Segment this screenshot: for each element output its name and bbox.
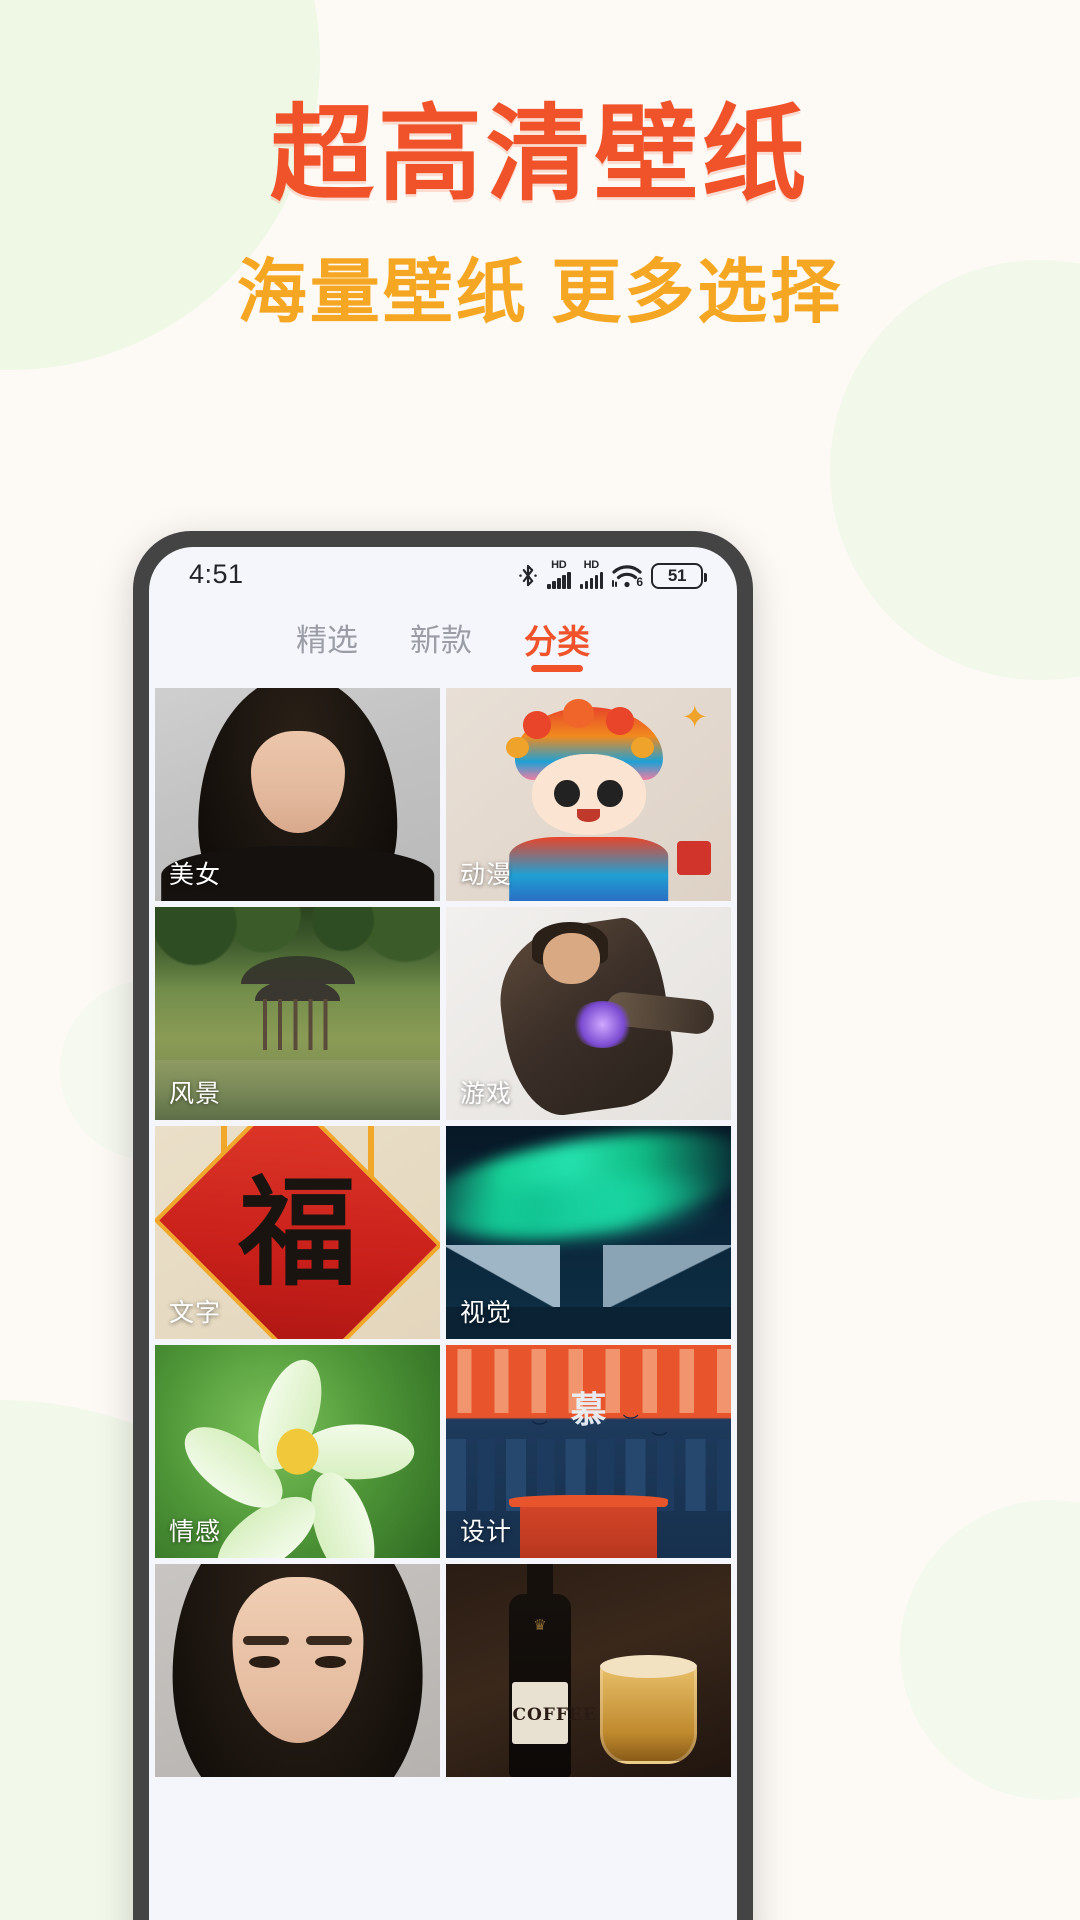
category-tile-visual[interactable]: 视觉	[446, 1126, 731, 1339]
wifi-icon: 6	[612, 563, 643, 589]
status-bar: 4:51 HD HD 6 51	[149, 547, 737, 601]
promo-subtitle: 海量壁纸 更多选择	[236, 252, 844, 331]
category-tile-emotion[interactable]: 情感	[155, 1345, 440, 1558]
battery-percent-label: 51	[667, 565, 687, 585]
category-tile-text[interactable]: 福 文字	[155, 1126, 440, 1339]
signal-bars	[579, 571, 603, 589]
category-label: 动漫	[460, 861, 513, 889]
tab-categories[interactable]: 分类	[524, 625, 590, 672]
signal-bars	[547, 571, 571, 589]
tab-featured[interactable]: 精选	[296, 625, 358, 672]
category-tile-drink[interactable]: ♛ COFFEE	[446, 1564, 731, 1777]
tab-new[interactable]: 新款	[410, 625, 472, 672]
promo-title: 超高清壁纸	[269, 97, 810, 213]
category-tile-anime[interactable]: ✦ 动漫	[446, 688, 731, 901]
category-label: 游戏	[460, 1080, 513, 1108]
category-tile-game[interactable]: 游戏	[446, 907, 731, 1120]
bluetooth-icon	[518, 563, 538, 589]
status-icon-group: HD HD 6 51	[518, 558, 707, 589]
category-tile-landscape[interactable]: 风景	[155, 907, 440, 1120]
wallpaper-thumbnail-coffee-bottle: ♛ COFFEE	[446, 1564, 731, 1777]
signal-bars-icon-2: HD	[579, 558, 603, 589]
wifi-generation-label: 6	[636, 574, 643, 589]
hd-label: HD	[583, 558, 600, 571]
category-tile-portrait-2[interactable]	[155, 1564, 440, 1777]
hd-label: HD	[551, 558, 567, 571]
wallpaper-thumbnail-portrait-woman-2	[155, 1564, 440, 1777]
drink-label-text: COFFEE	[512, 1705, 597, 1726]
phone-mockup: 4:51 HD HD 6 51 精选 新款 分类 美女 ✦ 动漫 风景 游戏 福…	[133, 531, 753, 1920]
category-label: 风景	[169, 1080, 222, 1108]
category-tile-beauty[interactable]: 美女	[155, 688, 440, 901]
category-grid: 美女 ✦ 动漫 风景 游戏 福 文字 视觉 情感 ︶ ︶ ︶ 慕 设计 ♛ CO…	[149, 688, 737, 1777]
promo-headings: 超高清壁纸 海量壁纸 更多选择	[0, 0, 1080, 334]
category-label: 视觉	[460, 1299, 513, 1327]
status-clock: 4:51	[189, 558, 244, 589]
background-blob	[900, 1500, 1080, 1800]
phone-screen: 4:51 HD HD 6 51 精选 新款 分类 美女 ✦ 动漫 风景 游戏 福…	[149, 547, 737, 1920]
category-label: 美女	[169, 861, 222, 889]
category-tab-bar: 精选 新款 分类	[149, 601, 737, 688]
signal-bars-icon-1: HD	[547, 558, 571, 589]
category-label: 文字	[169, 1299, 222, 1327]
category-tile-design[interactable]: ︶ ︶ ︶ 慕 设计	[446, 1345, 731, 1558]
fu-character: 福	[238, 1162, 357, 1302]
category-label: 设计	[460, 1518, 513, 1546]
battery-icon: 51	[651, 562, 707, 589]
design-glyph: 慕	[570, 1388, 607, 1431]
category-label: 情感	[169, 1518, 222, 1546]
